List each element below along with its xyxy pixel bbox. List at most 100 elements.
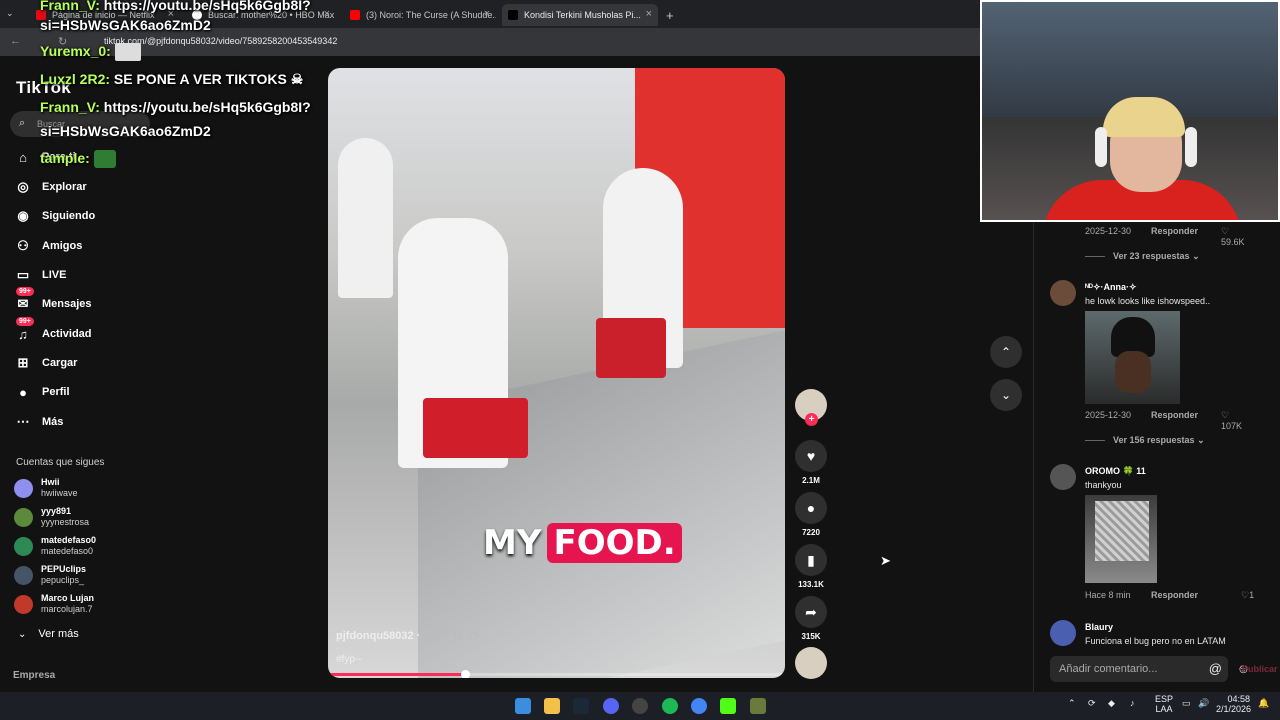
sidebar-item-mas[interactable]: ⋯ Más — [14, 411, 64, 433]
sidebar-item-explorar[interactable]: ◎ Explorar — [14, 176, 86, 198]
sidebar-item-amigos[interactable]: ⚇ Amigos — [14, 235, 82, 257]
footer-link[interactable]: Empresa — [13, 670, 55, 681]
close-icon[interactable]: × — [324, 8, 330, 20]
clock[interactable]: 04:58 2/1/2026 — [1216, 694, 1251, 714]
comment-text: Funciona el bug pero no en LATAM — [1085, 636, 1226, 646]
sidebar-item-actividad[interactable]: ♫ 99+ Actividad — [14, 317, 92, 345]
view-replies-button[interactable]: Ver 23 respuestas ⌄ — [1085, 251, 1200, 262]
chevron-up-icon[interactable]: ⌃ — [1068, 698, 1076, 709]
video-player[interactable]: MY FOOD. pjfdonqu58032 · 2025-12-29 #fyp… — [328, 68, 785, 678]
headset-icon — [1095, 127, 1107, 167]
chat-user: tample: — [40, 150, 90, 166]
volume-icon[interactable]: 🔊 — [1198, 698, 1209, 709]
sticker-shape — [1095, 501, 1149, 561]
chat-text: https://youtu.be/sHq5k6Ggb8I? — [103, 0, 311, 13]
avatar — [14, 507, 33, 527]
chat-text: si=HSbWsGAK6ao6ZmD2 — [40, 17, 211, 33]
sidebar-item-live[interactable]: ▭ LIVE — [14, 264, 67, 286]
home-icon: ⌂ — [19, 149, 27, 165]
avatar[interactable] — [1050, 280, 1076, 306]
app-icon[interactable] — [750, 698, 766, 714]
tab-label: Kondisi Terkini Musholas Pi... — [524, 10, 641, 20]
following-item[interactable]: Hwii hwiiwave — [14, 474, 78, 502]
spotify-icon[interactable] — [662, 698, 678, 714]
comment-input[interactable]: Añadir comentario... @ ☺ — [1050, 656, 1250, 682]
sound-button[interactable] — [795, 647, 827, 679]
save-button[interactable]: ▮ 133.1K — [795, 544, 827, 589]
comment-author[interactable]: Blaury — [1085, 622, 1113, 632]
follow-plus-icon[interactable]: + — [805, 413, 818, 426]
comment-likes[interactable]: ♡ 107K — [1221, 410, 1242, 431]
obs-icon[interactable] — [632, 698, 648, 714]
like-count: 59.6K — [1221, 237, 1245, 247]
network-icon[interactable]: ▭ — [1182, 698, 1191, 709]
chat-user: Frann_V: — [40, 99, 100, 115]
comment-author[interactable]: ᴺᴰ✧·Anna·✧ — [1085, 282, 1137, 293]
view-replies-label: Ver 23 respuestas — [1113, 251, 1190, 261]
kick-icon[interactable] — [720, 698, 736, 714]
like-count: 2.1M — [802, 476, 820, 485]
previous-video-button[interactable]: ⌃ — [990, 336, 1022, 368]
share-button[interactable]: ➦ 315K — [795, 596, 827, 641]
reply-button[interactable]: Responder — [1151, 226, 1198, 236]
avatar — [14, 478, 33, 498]
chevron-down-icon[interactable]: ⌄ — [6, 8, 14, 19]
sidebar-item-perfil[interactable]: ● Perfil — [14, 381, 69, 403]
microphone-icon[interactable]: ♪ — [1130, 698, 1135, 708]
file-explorer-icon[interactable] — [544, 698, 560, 714]
sidebar-item-cargar[interactable]: ⊞ Cargar — [14, 352, 78, 374]
back-icon[interactable]: ← — [10, 35, 21, 47]
video-hashtag[interactable]: #fyp-- — [336, 654, 362, 665]
avatar[interactable] — [1050, 620, 1076, 646]
profile-icon: ● — [19, 384, 27, 400]
close-icon[interactable]: × — [484, 8, 490, 20]
language-indicator[interactable]: ESP LAA — [1155, 694, 1173, 714]
live-icon: ▭ — [16, 267, 30, 282]
tab-youtube[interactable]: (3) Noroi: The Curse (A Shudde... × — [344, 4, 496, 26]
windows-start-icon[interactable] — [515, 698, 531, 714]
video-progress-bar[interactable] — [328, 670, 785, 678]
next-video-button[interactable]: ⌄ — [990, 379, 1022, 411]
following-item[interactable]: matedefaso0 matedefaso0 — [14, 532, 96, 560]
comment-image[interactable] — [1085, 311, 1180, 404]
video-author[interactable]: pjfdonqu58032 · 2025-12-29 — [336, 630, 480, 642]
lang-code: ESP — [1155, 694, 1174, 704]
steam-icon[interactable] — [573, 698, 589, 714]
discord-icon[interactable] — [603, 698, 619, 714]
like-count: 107K — [1221, 421, 1243, 431]
mention-icon[interactable]: @ — [1209, 661, 1222, 676]
comment-meta: 2025-12-30 Responder ♡ 59.6K — [1085, 226, 1245, 247]
author-avatar-button[interactable]: + — [795, 389, 827, 426]
shield-icon[interactable]: ◆ — [1108, 698, 1115, 709]
video-caption: MY FOOD. — [483, 523, 682, 563]
new-tab-button[interactable]: + — [662, 4, 682, 26]
tab-tiktok[interactable]: Kondisi Terkini Musholas Pi... × — [502, 4, 658, 26]
notification-icon[interactable]: 🔔 — [1258, 698, 1269, 709]
account-handle: hwiiwave — [41, 488, 78, 498]
comment-author[interactable]: OROMO 🍀 11 — [1085, 466, 1146, 477]
following-item[interactable]: yyy891 yyynestrosa — [14, 503, 89, 531]
close-icon[interactable]: × — [646, 8, 652, 20]
comment-likes[interactable]: ♡1 — [1241, 590, 1254, 601]
comment-button[interactable]: ● 7220 — [795, 492, 827, 537]
see-more-button[interactable]: ⌄ Ver más — [18, 628, 79, 640]
comment-likes[interactable]: ♡ 59.6K — [1221, 226, 1245, 247]
like-count: 1 — [1249, 590, 1255, 600]
view-replies-button[interactable]: Ver 156 respuestas ⌄ — [1085, 435, 1205, 446]
reply-button[interactable]: Responder — [1151, 590, 1198, 600]
following-item[interactable]: Marco Lujan marcolujan.7 — [14, 590, 94, 618]
reply-button[interactable]: Responder — [1151, 410, 1198, 420]
post-comment-button[interactable]: Publicar — [1242, 664, 1278, 674]
progress-handle[interactable] — [461, 670, 471, 678]
avatar[interactable] — [1050, 464, 1076, 490]
sync-icon[interactable]: ⟳ — [1088, 698, 1096, 709]
sidebar-item-siguiendo[interactable]: ◉ Siguiendo — [14, 205, 95, 227]
chat-message: Yuremx_0: — [40, 42, 141, 62]
comment-image[interactable] — [1085, 495, 1157, 583]
like-button[interactable]: ♥ 2.1M — [795, 440, 827, 485]
caption-highlight: FOOD. — [547, 523, 682, 563]
sidebar-item-mensajes[interactable]: ✉ 99+ Mensajes — [14, 287, 92, 315]
chrome-icon[interactable] — [691, 698, 707, 714]
notification-badge: 99+ — [16, 287, 34, 296]
following-item[interactable]: PEPUclips pepuclips_ — [14, 561, 86, 589]
